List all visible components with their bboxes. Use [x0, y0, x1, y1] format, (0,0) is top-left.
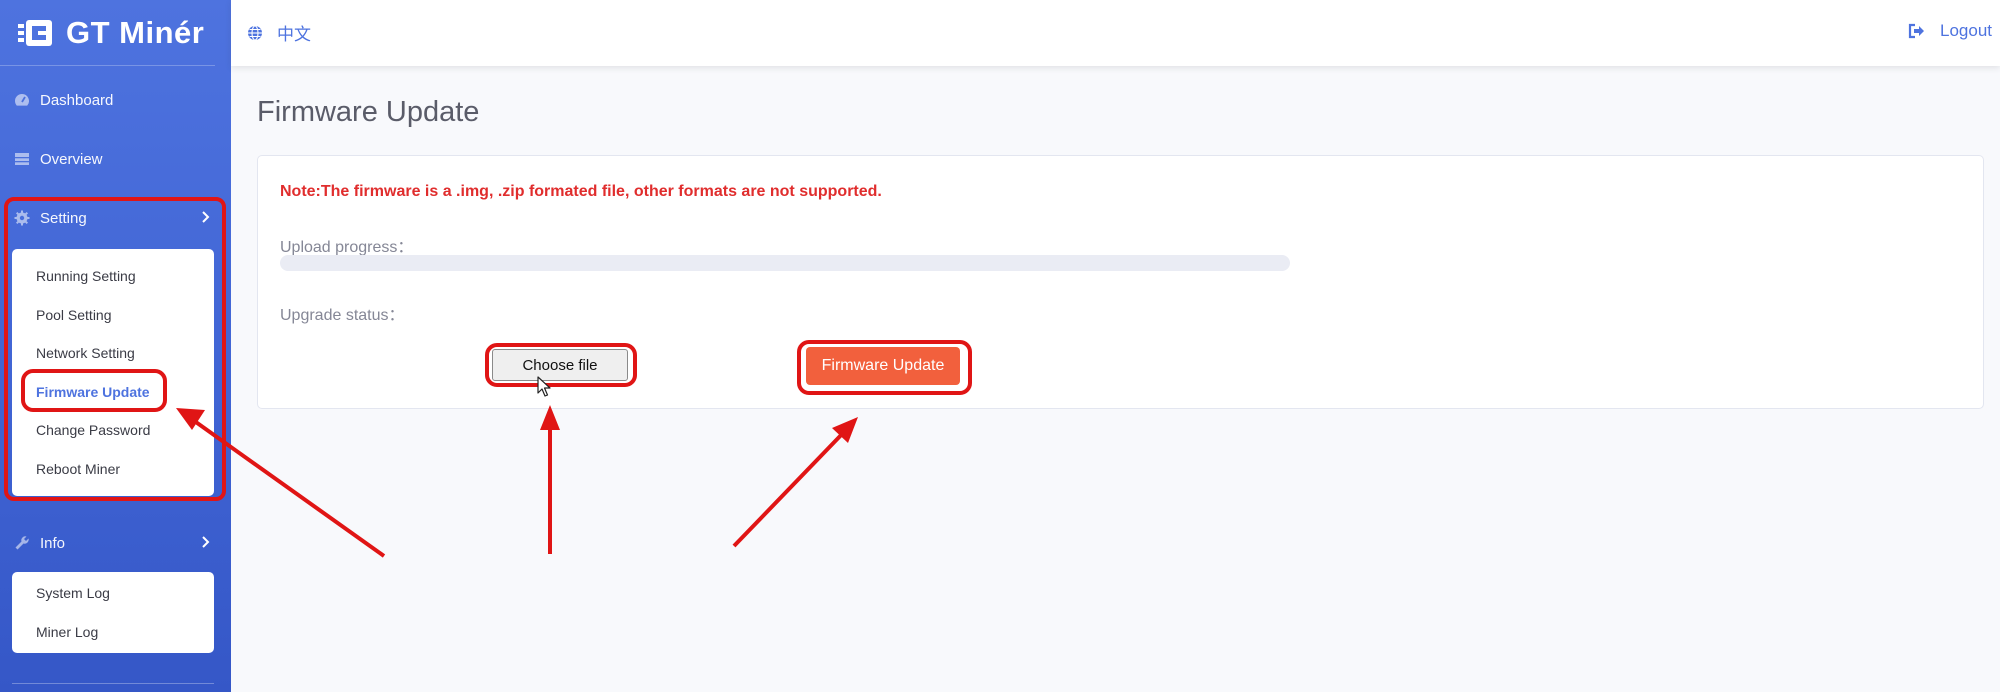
wrench-icon	[15, 536, 29, 550]
mouse-cursor-icon	[537, 376, 551, 397]
sidebar-item-label: Dashboard	[40, 91, 114, 109]
brand-logo-icon	[18, 19, 52, 46]
sidebar-item-info[interactable]: Info	[0, 523, 231, 563]
globe-icon	[248, 24, 262, 41]
sidebar-item-setting[interactable]: Setting	[0, 198, 231, 238]
chevron-right-icon	[202, 536, 210, 548]
submenu-item-running-setting[interactable]: Running Setting	[12, 257, 214, 296]
sidebar-item-dashboard[interactable]: Dashboard	[0, 80, 231, 120]
upgrade-status-label: Upgrade status：	[280, 307, 405, 324]
submenu-item-system-log[interactable]: System Log	[12, 574, 214, 613]
info-submenu: System Log Miner Log	[12, 572, 214, 653]
table-icon	[15, 153, 29, 165]
brand-name: GT Minér	[66, 14, 205, 50]
language-label: 中文	[277, 25, 311, 44]
setting-submenu: Running Setting Pool Setting Network Set…	[12, 249, 214, 496]
sign-out-icon	[1908, 23, 1924, 39]
submenu-item-reboot-miner[interactable]: Reboot Miner	[12, 450, 214, 489]
submenu-item-network-setting[interactable]: Network Setting	[12, 334, 214, 373]
tachometer-icon	[15, 94, 29, 106]
page-title: Firmware Update	[257, 96, 480, 128]
firmware-format-note: Note:The firmware is a .img, .zip format…	[280, 183, 882, 200]
sidebar-divider	[12, 683, 214, 684]
submenu-item-change-password[interactable]: Change Password	[12, 411, 214, 450]
sidebar-item-label: Info	[40, 534, 66, 552]
submenu-item-firmware-update[interactable]: Firmware Update	[12, 373, 214, 412]
sidebar-item-label: Overview	[40, 150, 103, 168]
sidebar: GT Minér Dashboard Overview Setting Runn…	[0, 0, 231, 692]
brand[interactable]: GT Minér	[0, 0, 215, 66]
upload-progress-label: Upload progress：	[280, 239, 414, 256]
firmware-update-button[interactable]: Firmware Update	[806, 347, 960, 385]
firmware-update-card: Note:The firmware is a .img, .zip format…	[257, 155, 1984, 409]
topbar: 中文 Logout	[231, 0, 2000, 66]
annotation-arrow-middle	[540, 405, 560, 554]
cog-icon	[14, 210, 30, 226]
choose-file-button[interactable]: Choose file	[492, 349, 628, 381]
sidebar-item-overview[interactable]: Overview	[0, 139, 231, 179]
submenu-item-pool-setting[interactable]: Pool Setting	[12, 296, 214, 335]
logout-link[interactable]: Logout	[1908, 21, 1992, 41]
language-switch[interactable]: 中文	[247, 20, 311, 45]
sidebar-item-label: Setting	[40, 209, 87, 227]
submenu-item-miner-log[interactable]: Miner Log	[12, 613, 214, 652]
chevron-right-icon	[202, 211, 210, 223]
upload-progress-bar	[280, 255, 1290, 271]
annotation-arrow-right	[732, 417, 858, 548]
logout-label: Logout	[1940, 21, 1992, 40]
